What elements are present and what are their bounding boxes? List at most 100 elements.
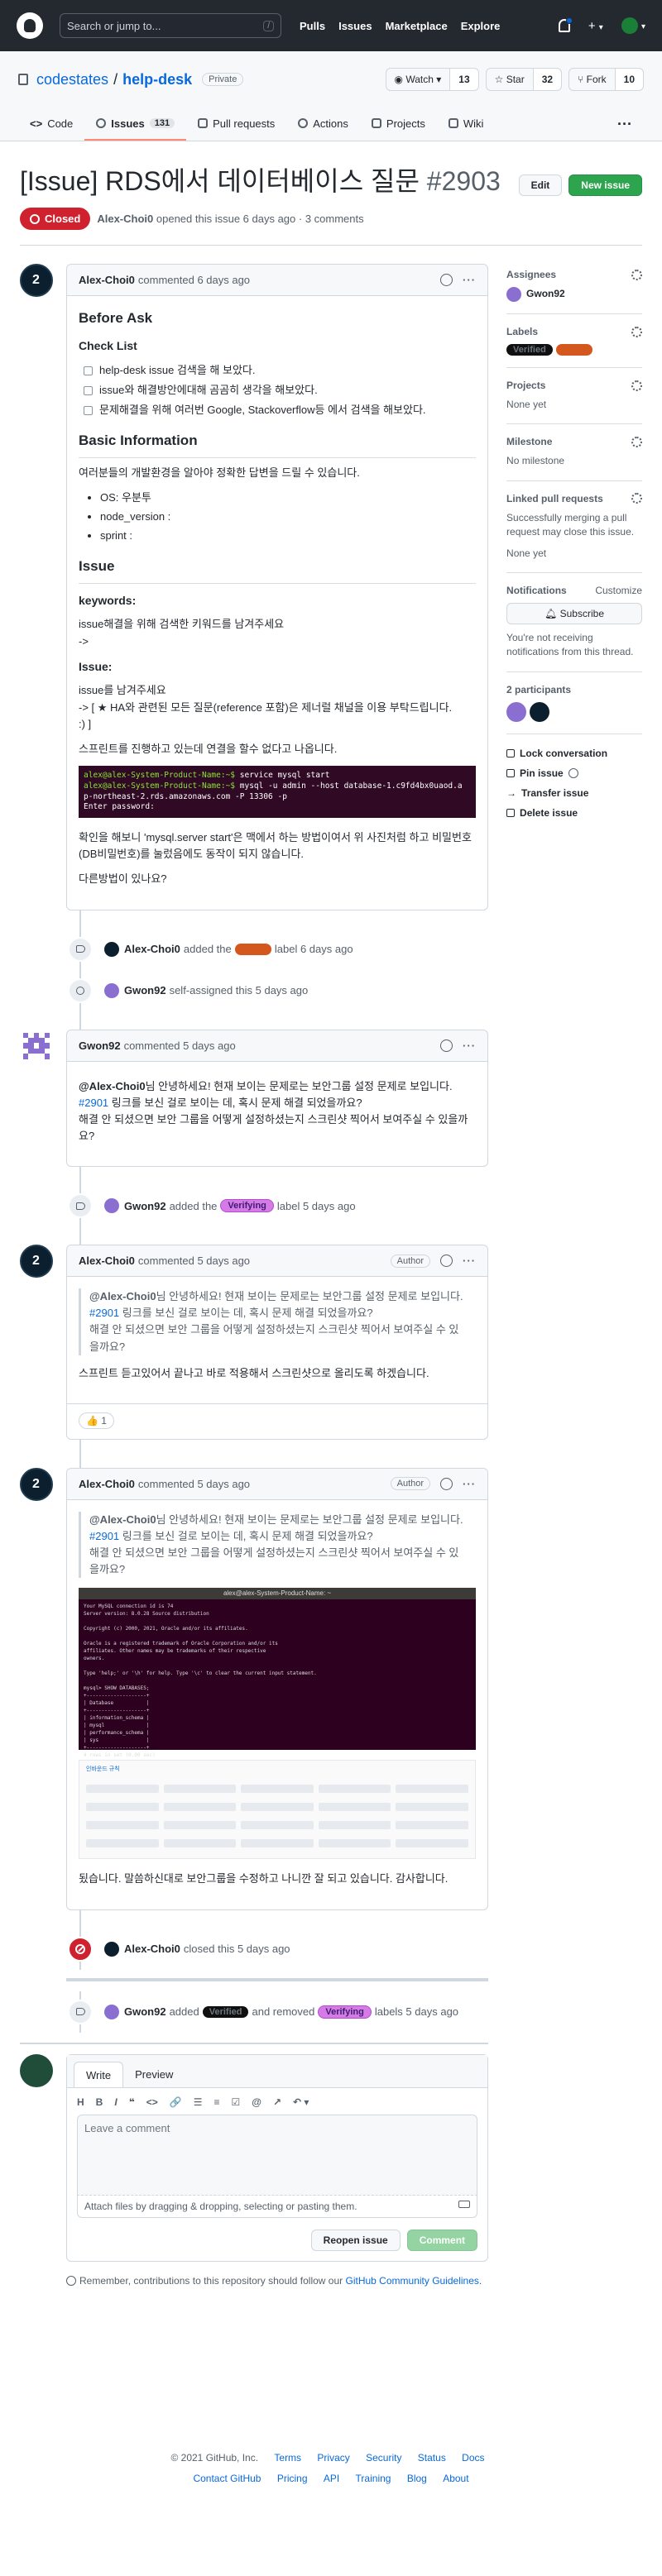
avatar[interactable] (104, 941, 119, 957)
add-reaction-icon[interactable] (440, 1039, 453, 1052)
event-author-link[interactable]: Gwon92 (124, 1200, 166, 1212)
comment-time[interactable]: commented 6 days ago (138, 274, 250, 286)
footer-link-docs[interactable]: Docs (462, 2452, 484, 2464)
github-logo-icon[interactable] (17, 12, 43, 39)
footer-link-blog[interactable]: Blog (407, 2473, 427, 2484)
avatar[interactable] (506, 287, 522, 302)
checkbox[interactable] (84, 405, 93, 415)
footer-link-api[interactable]: API (324, 2473, 339, 2484)
link-icon[interactable]: 🔗 (170, 2096, 182, 2108)
avatar[interactable] (104, 1198, 119, 1214)
new-issue-button[interactable]: New issue (568, 174, 642, 196)
avatar[interactable] (104, 982, 119, 998)
footer-link-contact[interactable]: Contact GitHub (193, 2473, 261, 2484)
projects-heading[interactable]: Projects (506, 380, 545, 391)
delete-issue-button[interactable]: Delete issue (506, 807, 642, 819)
event-author-link[interactable]: Alex-Choi0 (124, 943, 180, 955)
issue-link[interactable]: #2901 (89, 1530, 119, 1542)
event-author-link[interactable]: Gwon92 (124, 2005, 166, 2018)
task-list-icon[interactable]: ☑ (231, 2096, 240, 2108)
label-badge[interactable]: Issue (555, 344, 592, 356)
lock-conversation-button[interactable]: Lock conversation (506, 748, 642, 759)
tab-pull-requests[interactable]: Pull requests (186, 108, 286, 141)
gear-icon[interactable] (631, 380, 642, 391)
add-reaction-icon[interactable] (440, 1255, 453, 1268)
watch-count[interactable]: 13 (450, 69, 478, 90)
avatar[interactable] (104, 1941, 119, 1957)
nav-explore[interactable]: Explore (461, 20, 501, 32)
user-mention[interactable]: @Alex-Choi0 (79, 1080, 146, 1092)
reopen-issue-button[interactable]: Reopen issue (310, 2229, 401, 2251)
nav-issues[interactable]: Issues (338, 20, 372, 32)
label-badge[interactable]: Verifying (220, 1199, 274, 1213)
bold-icon[interactable]: B (96, 2096, 103, 2108)
fork-count[interactable]: 10 (615, 69, 643, 90)
cross-reference-icon[interactable]: ↗ (273, 2096, 281, 2108)
label-badge[interactable]: Verified (202, 2005, 249, 2018)
create-new-button[interactable]: + ▾ (588, 19, 603, 33)
footer-link-pricing[interactable]: Pricing (277, 2473, 308, 2484)
quote-icon[interactable]: ❝ (129, 2096, 135, 2108)
checkbox[interactable] (84, 366, 93, 375)
repo-name-link[interactable]: help-desk (122, 71, 192, 88)
watch-button[interactable]: ◉ Watch ▾ 13 (385, 68, 479, 91)
comment-textarea[interactable]: Leave a comment (77, 2114, 478, 2196)
footer-link-training[interactable]: Training (356, 2473, 391, 2484)
current-user-avatar[interactable] (20, 2053, 53, 2087)
add-reaction-icon[interactable] (440, 1477, 453, 1490)
pin-issue-button[interactable]: Pin issue (506, 767, 642, 779)
issue-author-link[interactable]: Alex-Choi0 (97, 213, 153, 225)
comment-options-icon[interactable]: ··· (463, 1039, 476, 1052)
user-mention[interactable]: @Alex-Choi0 (89, 1290, 156, 1302)
search-input[interactable]: Search or jump to... / (60, 13, 281, 38)
assignee-link[interactable]: Gwon92 (526, 287, 565, 301)
tab-code[interactable]: <> Code (18, 108, 84, 141)
event-author-link[interactable]: Alex-Choi0 (124, 1943, 180, 1955)
gear-icon[interactable] (631, 326, 642, 337)
guidelines-link[interactable]: GitHub Community Guidelines. (346, 2275, 482, 2287)
star-button[interactable]: ☆ Star 32 (485, 68, 563, 91)
checkbox[interactable] (84, 385, 93, 395)
ordered-list-icon[interactable]: ≡ (213, 2096, 219, 2108)
code-icon[interactable]: <> (146, 2096, 158, 2108)
saved-reply-icon[interactable]: ↶ ▾ (293, 2096, 309, 2108)
comment-author-link[interactable]: Alex-Choi0 (79, 1255, 135, 1267)
event-author-link[interactable]: Gwon92 (124, 984, 166, 996)
footer-link-terms[interactable]: Terms (274, 2452, 301, 2464)
gear-icon[interactable] (631, 436, 642, 447)
avatar[interactable] (20, 1029, 53, 1063)
add-reaction-icon[interactable] (440, 274, 453, 286)
label-badge[interactable]: Verifying (318, 2005, 372, 2019)
avatar[interactable] (20, 264, 53, 297)
label-badge[interactable]: Verified (506, 344, 553, 356)
fork-button[interactable]: ⑂ Fork 10 (568, 68, 644, 91)
tab-projects[interactable]: Projects (360, 108, 437, 141)
avatar[interactable] (530, 701, 550, 722)
footer-link-security[interactable]: Security (366, 2452, 401, 2464)
comment-time[interactable]: commented 5 days ago (138, 1478, 250, 1490)
more-tabs-icon[interactable]: ··· (606, 108, 644, 141)
tab-wiki[interactable]: Wiki (437, 108, 496, 141)
avatar[interactable] (104, 2004, 119, 2019)
footer-link-about[interactable]: About (443, 2473, 468, 2484)
comment-author-link[interactable]: Gwon92 (79, 1039, 121, 1052)
comment-time[interactable]: commented 5 days ago (138, 1255, 250, 1267)
unordered-list-icon[interactable]: ☰ (194, 2096, 203, 2108)
footer-link-privacy[interactable]: Privacy (317, 2452, 349, 2464)
issue-link[interactable]: #2901 (89, 1307, 119, 1319)
comment-author-link[interactable]: Alex-Choi0 (79, 1478, 135, 1490)
customize-link[interactable]: Customize (595, 585, 642, 596)
write-tab[interactable]: Write (74, 2061, 124, 2087)
comment-options-icon[interactable]: ··· (463, 1478, 476, 1490)
preview-tab[interactable]: Preview (123, 2062, 185, 2087)
user-menu-button[interactable]: ▾ (621, 17, 645, 34)
nav-pulls[interactable]: Pulls (300, 20, 325, 32)
tab-issues[interactable]: Issues 131 (84, 108, 187, 141)
comment-author-link[interactable]: Alex-Choi0 (79, 274, 135, 286)
tab-actions[interactable]: Actions (286, 108, 360, 141)
linked-prs-heading[interactable]: Linked pull requests (506, 493, 603, 504)
heading-icon[interactable]: H (77, 2096, 84, 2108)
issue-link[interactable]: #2901 (79, 1097, 108, 1109)
repo-owner-link[interactable]: codestates (36, 71, 108, 88)
italic-icon[interactable]: I (114, 2096, 117, 2108)
